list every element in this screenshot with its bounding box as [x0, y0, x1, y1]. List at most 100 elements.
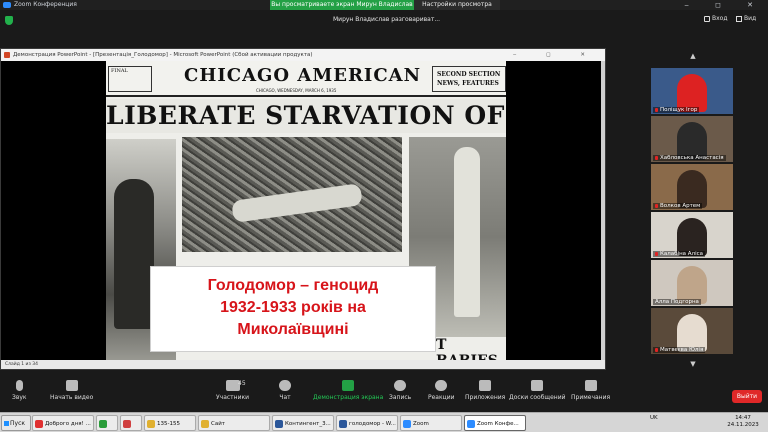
- taskbar-app-icon: [467, 420, 475, 428]
- taskbar-app-icon: [123, 420, 131, 428]
- scroll-up-icon[interactable]: ▲: [688, 52, 698, 60]
- windows-logo-icon: [4, 421, 9, 426]
- muted-mic-icon: [655, 251, 658, 256]
- ppt-window-controls[interactable]: ‒ ◻ ✕: [513, 49, 599, 61]
- view-options-button[interactable]: Настройки просмотра: [414, 0, 500, 10]
- taskbar-app-icon: [275, 420, 283, 428]
- babies-headline: T BABIES: [436, 337, 498, 361]
- participant-name: Поліщук Ігор: [653, 107, 700, 113]
- language-indicator[interactable]: UK: [650, 415, 658, 431]
- start-button[interactable]: Пуск: [1, 415, 31, 431]
- video-button[interactable]: Начать видео: [50, 380, 93, 401]
- reactions-button[interactable]: Реакции: [428, 380, 455, 401]
- taskbar-item[interactable]: Zoom Конфе...: [464, 415, 526, 431]
- participant-gallery: ▲ Поліщук Ігор Хабловська Анастасія Волков…: [648, 48, 736, 370]
- share-screen-icon: [342, 380, 355, 391]
- muted-mic-icon: [655, 107, 658, 112]
- notes-button[interactable]: Примечания: [571, 380, 610, 401]
- muted-mic-icon: [655, 347, 658, 352]
- participant-tile[interactable]: Волков Артем: [651, 164, 733, 210]
- chat-button[interactable]: Чат: [279, 380, 291, 401]
- final-box: FINAL: [108, 66, 152, 92]
- muted-mic-icon: [655, 155, 658, 160]
- clock-date: 24.11.2023: [727, 422, 759, 428]
- leave-button[interactable]: Выйти: [732, 390, 762, 403]
- scroll-down-icon[interactable]: ▼: [688, 360, 698, 368]
- shared-powerpoint-window[interactable]: Демонстрация PowerPoint - [Презентація_Г…: [0, 48, 606, 370]
- taskbar-item[interactable]: [120, 415, 142, 431]
- taskbar-app-icon: [99, 420, 107, 428]
- taskbar-item[interactable]: [96, 415, 118, 431]
- slide-title-line-1: Голодомор – геноцид: [207, 277, 379, 294]
- zoom-logo-icon: [3, 2, 11, 8]
- taskbar-item[interactable]: Zoom: [400, 415, 462, 431]
- taskbar-item[interactable]: 135-155: [144, 415, 196, 431]
- enter-button[interactable]: Вход: [712, 15, 728, 22]
- participant-tile[interactable]: Матвєєва Юлія: [651, 308, 733, 354]
- muted-mic-icon: [655, 203, 658, 208]
- microphone-icon: [15, 380, 23, 391]
- taskbar-app-icon: [339, 420, 347, 428]
- windows-taskbar: Пуск Доброго дня! ... 135-155 Сайт Континге…: [0, 412, 768, 432]
- powerpoint-icon: [4, 52, 10, 58]
- field-figure: [231, 183, 363, 223]
- newspaper-dateline: CHICAGO, WEDNESDAY, MARCH 6, 1935: [256, 88, 337, 93]
- ppt-scrollbar[interactable]: [601, 61, 605, 362]
- chat-icon: [279, 380, 291, 391]
- slide-title-line-3: Миколаївщині: [237, 321, 349, 338]
- whiteboard-icon: [531, 380, 544, 391]
- participant-tile[interactable]: Калабіна Аліса: [651, 212, 733, 258]
- taskbar-item[interactable]: Доброго дня! ...: [32, 415, 94, 431]
- system-clock[interactable]: 14:47 24.11.2023: [720, 415, 766, 429]
- participant-tile[interactable]: Алла Подгорна: [651, 260, 733, 306]
- newspaper-name: CHICAGO AMERICAN: [184, 65, 422, 86]
- child-figure: [454, 147, 480, 317]
- taskbar-app-icon: [403, 420, 411, 428]
- taskbar-app-icon: [35, 420, 43, 428]
- peasant-figure: [114, 179, 154, 329]
- participant-tile[interactable]: Поліщук Ігор: [651, 68, 733, 114]
- newspaper-masthead: FINAL CHICAGO AMERICAN CHICAGO, WEDNESDA…: [106, 61, 506, 97]
- talking-indicator: Мирун Владислав разговариват...: [333, 16, 441, 23]
- participant-name: Калабіна Аліса: [653, 251, 705, 257]
- reactions-icon: [435, 380, 448, 391]
- participant-name: Алла Подгорна: [653, 299, 701, 305]
- taskbar-item[interactable]: Контингент_3...: [272, 415, 334, 431]
- screen-share-banner: Вы просматриваете экран Мирун Владислав: [270, 0, 414, 10]
- clock-time: 14:47: [735, 415, 751, 421]
- photo-field: [182, 137, 402, 252]
- participant-name: Хабловська Анастасія: [653, 155, 726, 161]
- record-icon: [394, 380, 407, 391]
- newspaper-headline: LIBERATE STARVATION OF PEASANTS: [106, 99, 506, 133]
- camera-off-icon: [65, 380, 78, 391]
- participants-count: 45: [238, 380, 246, 387]
- slide-title-line-2: 1932-1933 років на: [220, 299, 366, 316]
- notes-icon: [584, 380, 597, 391]
- enter-icon: [704, 16, 710, 22]
- audio-button[interactable]: Звук: [12, 380, 27, 401]
- zoom-window: Zoom Конференция Вы просматриваете экран…: [0, 0, 768, 432]
- taskbar-item[interactable]: голодомор - W...: [336, 415, 398, 431]
- title-bar: Zoom Конференция Вы просматриваете экран…: [0, 0, 768, 10]
- slide-title-box: Голодомор – геноцид 1932-1933 років на М…: [150, 266, 436, 352]
- shield-icon[interactable]: [5, 16, 13, 25]
- whiteboards-button[interactable]: Доски сообщений: [509, 380, 566, 401]
- record-button[interactable]: Запись: [389, 380, 411, 401]
- slide: FINAL CHICAGO AMERICAN CHICAGO, WEDNESDA…: [106, 61, 506, 361]
- ppt-title: Демонстрация PowerPoint - [Презентація_Г…: [13, 52, 313, 58]
- grid-view-icon: [736, 16, 742, 22]
- taskbar-app-icon: [147, 420, 155, 428]
- view-button[interactable]: Вид: [744, 15, 756, 22]
- newspaper-section: SECOND SECTION NEWS, FEATURES: [432, 66, 506, 92]
- taskbar-item[interactable]: Сайт: [198, 415, 270, 431]
- apps-button[interactable]: Приложения: [465, 380, 505, 401]
- participant-tile[interactable]: Хабловська Анастасія: [651, 116, 733, 162]
- participant-name: Матвєєва Юлія: [653, 347, 706, 353]
- meeting-toolbar: Звук Начать видео Участники 45 Чат Демон…: [0, 378, 768, 412]
- window-controls[interactable]: ‒ ◻ ✕: [684, 0, 765, 10]
- share-screen-button[interactable]: Демонстрация экрана: [313, 380, 383, 401]
- apps-icon: [479, 380, 492, 391]
- participant-name: Волков Артем: [653, 203, 703, 209]
- ppt-status-bar: Слайд 1 из 34: [1, 360, 605, 369]
- ppt-title-bar: Демонстрация PowerPoint - [Презентація_Г…: [1, 49, 605, 61]
